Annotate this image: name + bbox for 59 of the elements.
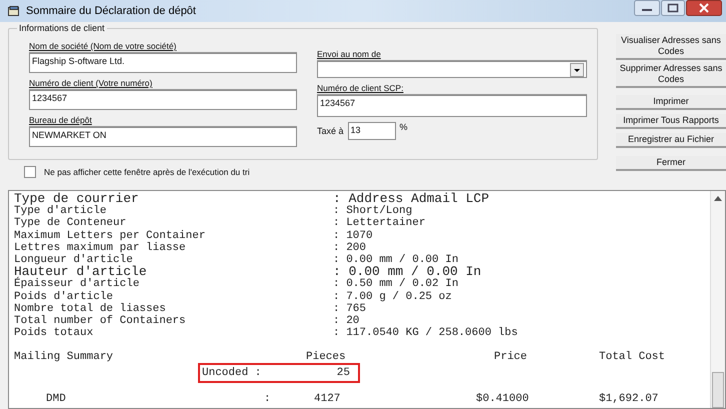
action-button[interactable]: Supprimer Adresses sans Codes [616, 62, 726, 88]
report-label: Poids totaux [14, 327, 94, 340]
tax-field[interactable]: 13 [348, 122, 396, 140]
text-field[interactable]: Flagship S-oftware Ltd. [29, 53, 297, 73]
uncoded-count: 25 [336, 367, 350, 380]
report-label: Épaisseur d'article [14, 278, 140, 291]
dropdown-field[interactable] [317, 61, 587, 78]
report-value: : 7.00 g / 0.25 oz [333, 290, 453, 303]
field-label: Taxé à [317, 126, 344, 136]
scroll-thumb[interactable] [712, 372, 724, 408]
report-label: Poids d'article [14, 290, 114, 303]
action-button[interactable]: Visualiser Adresses sans Codes [616, 34, 726, 60]
summary-title: Mailing Summary [14, 351, 114, 364]
percent-label: % [400, 122, 408, 132]
summary-colon: : [264, 393, 271, 406]
report-label: Nombre total de liasses [14, 302, 167, 315]
checkbox[interactable] [24, 166, 36, 178]
close-icon[interactable] [686, 0, 722, 16]
checkbox-label: Ne pas afficher cette fenêtre après de l'exécution du tri [44, 167, 250, 177]
report-label: Type d'article [14, 205, 108, 218]
group-title: Informations de client [17, 23, 107, 33]
summary-pieces: 4127 [314, 393, 340, 406]
column-header: Total Cost [599, 351, 666, 364]
action-button[interactable]: Enregistrer au Fichier [616, 133, 726, 148]
text-field[interactable]: 1234567 [29, 90, 297, 110]
uncoded-label: Uncoded : [202, 367, 262, 380]
summary-price: $0.41000 [476, 393, 529, 406]
report-value: : 0.00 mm / 0.00 In [333, 254, 460, 266]
report-value: : Address Admail LCP [333, 193, 490, 206]
report-label: Longueur d'article [14, 254, 133, 266]
report-value: : Lettertainer [333, 217, 426, 230]
report-label: Maximum Letters per Container [14, 230, 206, 242]
maximize-icon[interactable] [661, 0, 685, 16]
window-icon [8, 6, 20, 16]
report-label: Type de courrier [14, 193, 140, 206]
report-label: Total number of Containers [14, 315, 187, 328]
text-field[interactable]: NEWMARKET ON [29, 127, 297, 147]
report-value: : Short/Long [333, 205, 412, 218]
action-button[interactable]: Imprimer Tous Rapports [616, 114, 726, 129]
report-value: : 765 [333, 302, 368, 316]
text-field[interactable]: 1234567 [317, 95, 587, 117]
action-button[interactable]: Fermer [616, 156, 726, 171]
report-value: : 0.00 mm / 0.00 In [333, 266, 482, 278]
minimize-icon[interactable] [634, 0, 660, 16]
report-value: : 0.50 mm / 0.02 In [333, 278, 460, 291]
report-value: : 117.0540 KG / 258.0600 lbs [333, 327, 519, 340]
summary-name: DMD [46, 393, 66, 406]
report-value: : 1070 [333, 230, 374, 242]
report-value: : 20 [333, 315, 360, 328]
scrollbar[interactable] [710, 191, 725, 408]
column-header: Price [494, 351, 528, 364]
summary-total: $1,692.07 [599, 393, 658, 406]
column-header: Pieces [306, 351, 346, 364]
report-label: Type de Conteneur [14, 217, 128, 230]
report-value: : 200 [333, 242, 368, 254]
action-button[interactable]: Imprimer [616, 95, 726, 110]
scroll-up-icon[interactable] [714, 195, 722, 201]
report-label: Lettres maximum par liasse [14, 242, 187, 254]
window-title: Sommaire du Déclaration de dépôt [26, 5, 196, 17]
